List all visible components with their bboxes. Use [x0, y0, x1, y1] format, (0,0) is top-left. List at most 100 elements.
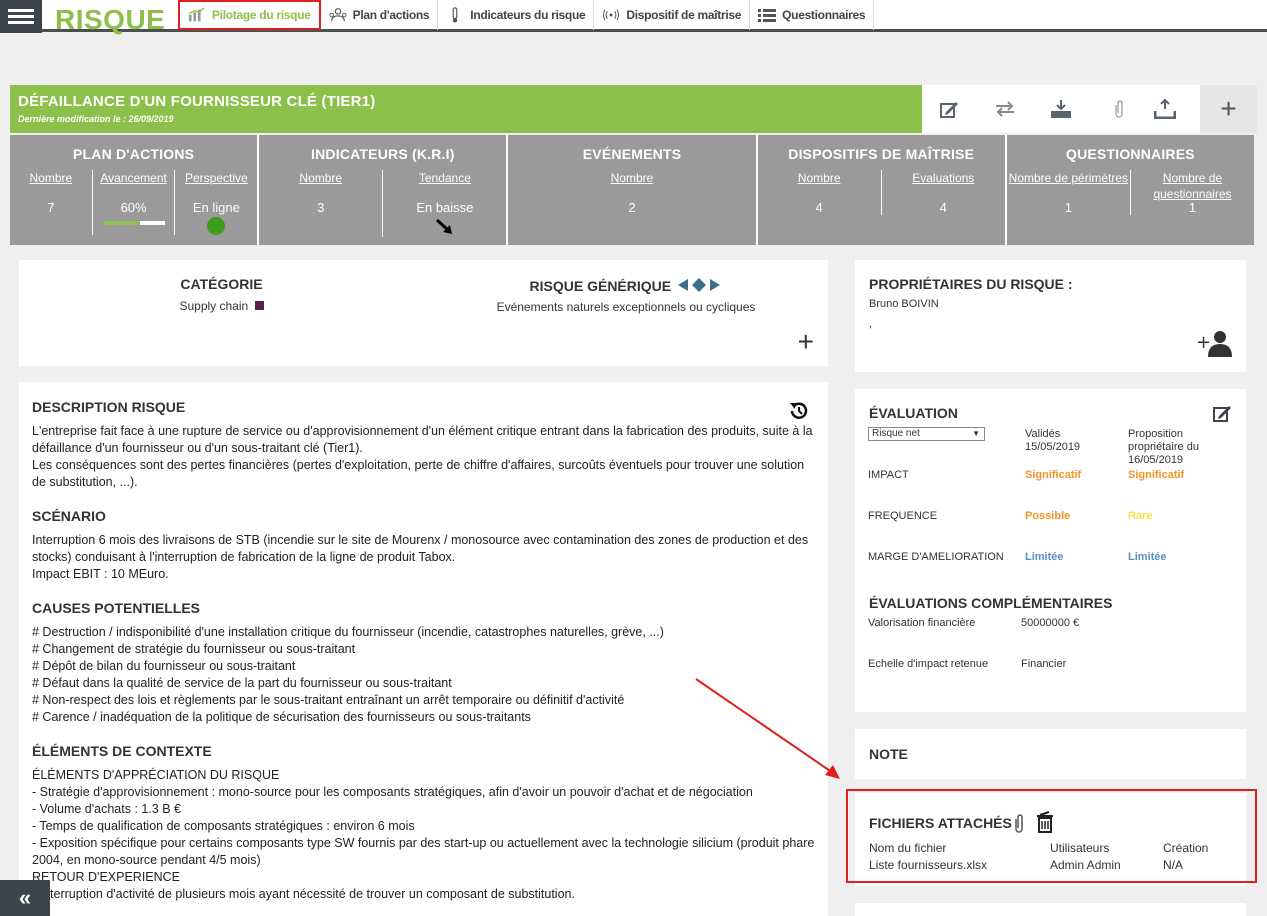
- edit-icon[interactable]: [936, 97, 962, 121]
- owner-name: Bruno BOIVIN: [869, 298, 939, 310]
- category-card: CATÉGORIE Supply chain RISQUE GÉNÉRIQUE …: [19, 260, 828, 366]
- risk-title-bar: DÉFAILLANCE D'UN FOURNISSEUR CLÉ (TIER1)…: [10, 85, 922, 133]
- stat-label[interactable]: Nombre: [10, 170, 92, 200]
- stat-label[interactable]: Nombre: [758, 170, 881, 200]
- broadcast-icon: [603, 9, 620, 21]
- section-line: # Dépôt de bilan du fournisseur ou sous-…: [32, 659, 296, 673]
- stat-indicateurs[interactable]: INDICATEURS (K.R.I) Nombre 3 Tendance En…: [259, 135, 507, 245]
- stat-label[interactable]: Nombre: [508, 170, 755, 200]
- generic-risk-value: Evénements naturels exceptionnels ou cyc…: [496, 300, 756, 314]
- section-title: DESCRIPTION RISQUE: [32, 399, 186, 415]
- add-category-button[interactable]: +: [798, 328, 814, 356]
- owners-card: PROPRIÉTAIRES DU RISQUE : Bruno BOIVIN ,…: [855, 260, 1246, 372]
- tab-label: Indicateurs du risque: [470, 8, 586, 22]
- menu-icon[interactable]: [0, 0, 42, 33]
- description-section: DESCRIPTION RISQUE L'entreprise fait face…: [32, 399, 817, 491]
- note-card: NOTE: [855, 729, 1246, 779]
- stat-label[interactable]: Nombre de questionnaires: [1131, 170, 1254, 201]
- tab-label: Dispositif de maîtrise: [626, 8, 742, 22]
- section-line: # Destruction / indisponibilité d'une in…: [32, 625, 664, 639]
- progress-fill: [102, 221, 140, 225]
- valorisation-label: Valorisation financière: [868, 617, 976, 629]
- upload-icon[interactable]: [1152, 97, 1178, 121]
- description-card: DESCRIPTION RISQUE L'entreprise fait face…: [19, 382, 828, 916]
- paperclip-icon[interactable]: [1106, 97, 1132, 121]
- top-navbar: RISQUE Pilotage du risque Plan d'actions…: [0, 0, 1267, 35]
- impact-label: IMPACT: [868, 469, 909, 481]
- evaluation-card: ÉVALUATION Risque net Validés 15/05/2019…: [855, 389, 1246, 712]
- section-line: - Volume d'achats : 1.3 B €: [32, 802, 181, 816]
- risk-title: DÉFAILLANCE D'UN FOURNISSEUR CLÉ (TIER1): [18, 93, 376, 110]
- stats-band: PLAN D'ACTIONS Nombre 7 Avancement 60% P…: [10, 135, 1255, 245]
- stat-avancement: Avancement 60%: [91, 170, 175, 235]
- section-line: Impact EBIT : 10 MEuro.: [32, 567, 169, 581]
- risk-type-select[interactable]: Risque net: [868, 427, 985, 441]
- echelle-value: Financier: [1021, 658, 1067, 670]
- stat-label[interactable]: Evaluations: [882, 170, 1005, 200]
- impact-proposal: Significatif: [1128, 469, 1185, 481]
- stat-value: 4: [939, 200, 947, 215]
- swap-icon[interactable]: [992, 97, 1018, 121]
- section-line: - Temps de qualification de composants s…: [32, 819, 415, 833]
- tab-dispositif[interactable]: Dispositif de maîtrise: [594, 0, 751, 30]
- stat-value: 1: [1188, 200, 1197, 215]
- stat-label[interactable]: Avancement: [93, 170, 175, 200]
- stat-label[interactable]: Perspective: [175, 170, 257, 200]
- download-icon[interactable]: [1048, 97, 1074, 121]
- tab-plan-actions[interactable]: Plan d'actions: [321, 0, 439, 30]
- stat-perspective: Perspective En ligne: [174, 170, 257, 235]
- add-button[interactable]: +: [1200, 85, 1257, 133]
- stat-plan-actions[interactable]: PLAN D'ACTIONS Nombre 7 Avancement 60% P…: [10, 135, 258, 245]
- proposal-header: Proposition propriétaire du 16/05/2019: [1128, 428, 1199, 466]
- section-line: Les conséquences sont des pertes financi…: [32, 458, 805, 489]
- stat-title: INDICATEURS (K.R.I): [311, 146, 455, 162]
- edit-evaluation-icon[interactable]: [1212, 403, 1232, 423]
- thermometer-icon: [452, 7, 458, 23]
- tab-pilotage[interactable]: Pilotage du risque: [178, 0, 321, 30]
- description-section: SCÉNARIO Interruption 6 mois des livraiso…: [32, 508, 817, 583]
- stat-value: 4: [815, 200, 823, 215]
- stat-label[interactable]: Nombre de périmètres: [1007, 170, 1130, 200]
- people-plan-icon: [329, 8, 347, 22]
- stat-tendance: Tendance En baisse: [382, 170, 506, 237]
- annotation-arrow: [695, 678, 840, 779]
- category-title: CATÉGORIE: [180, 276, 263, 292]
- marge-validated: Limitée: [1025, 551, 1064, 563]
- validated-header: Validés 15/05/2019: [1025, 428, 1081, 453]
- stat-title: EVÉNEMENTS: [582, 146, 682, 162]
- status-dot: [207, 217, 226, 235]
- next-card: [855, 903, 1246, 916]
- stat-dispositifs[interactable]: DISPOSITIFS DE MAÎTRISE Nombre 4 Evaluat…: [757, 135, 1005, 245]
- list-icon: [758, 9, 777, 22]
- frequence-proposal: Rare: [1128, 510, 1153, 522]
- stat-label[interactable]: Nombre: [259, 170, 382, 200]
- echelle-label: Echelle d'impact retenue: [868, 658, 989, 670]
- stat-nombre: Nombre 4: [758, 170, 881, 215]
- section-line: L'entreprise fait face à une rupture de …: [32, 424, 813, 455]
- stat-questionnaires[interactable]: QUESTIONNAIRES Nombre de périmètres 1 No…: [1006, 135, 1255, 245]
- category-value: Supply chain: [179, 299, 249, 313]
- bar-chart-icon: [188, 7, 205, 22]
- stat-label[interactable]: Tendance: [383, 170, 506, 200]
- tab-label: Questionnaires: [782, 8, 866, 22]
- add-user-icon[interactable]: +: [1196, 328, 1232, 358]
- frequence-label: FREQUENCE: [868, 510, 938, 522]
- last-modified: Dernière modification le : 26/09/2019: [18, 114, 174, 124]
- note-title: NOTE: [869, 746, 908, 762]
- stat-value: 1: [1064, 200, 1072, 215]
- generic-risk-title: RISQUE GÉNÉRIQUE: [529, 278, 672, 294]
- tab-questionnaires[interactable]: Questionnaires: [750, 0, 875, 30]
- stat-title: DISPOSITIFS DE MAÎTRISE: [788, 146, 975, 162]
- progress-bar: [102, 221, 165, 225]
- app-brand: RISQUE: [55, 4, 166, 35]
- collapse-sidebar-button[interactable]: «: [0, 880, 50, 916]
- stat-value: 2: [628, 200, 636, 215]
- section-title: SCÉNARIO: [32, 508, 106, 524]
- stat-value: En ligne: [192, 200, 240, 215]
- svg-text:+: +: [1196, 332, 1211, 353]
- tab-indicateurs[interactable]: Indicateurs du risque: [438, 0, 595, 30]
- stat-nombre: Nombre 7: [10, 170, 92, 235]
- stat-evenements[interactable]: EVÉNEMENTS Nombre 2: [508, 135, 756, 245]
- owners-title: PROPRIÉTAIRES DU RISQUE :: [869, 276, 1073, 292]
- description-sections: DESCRIPTION RISQUE L'entreprise fait face…: [32, 399, 817, 916]
